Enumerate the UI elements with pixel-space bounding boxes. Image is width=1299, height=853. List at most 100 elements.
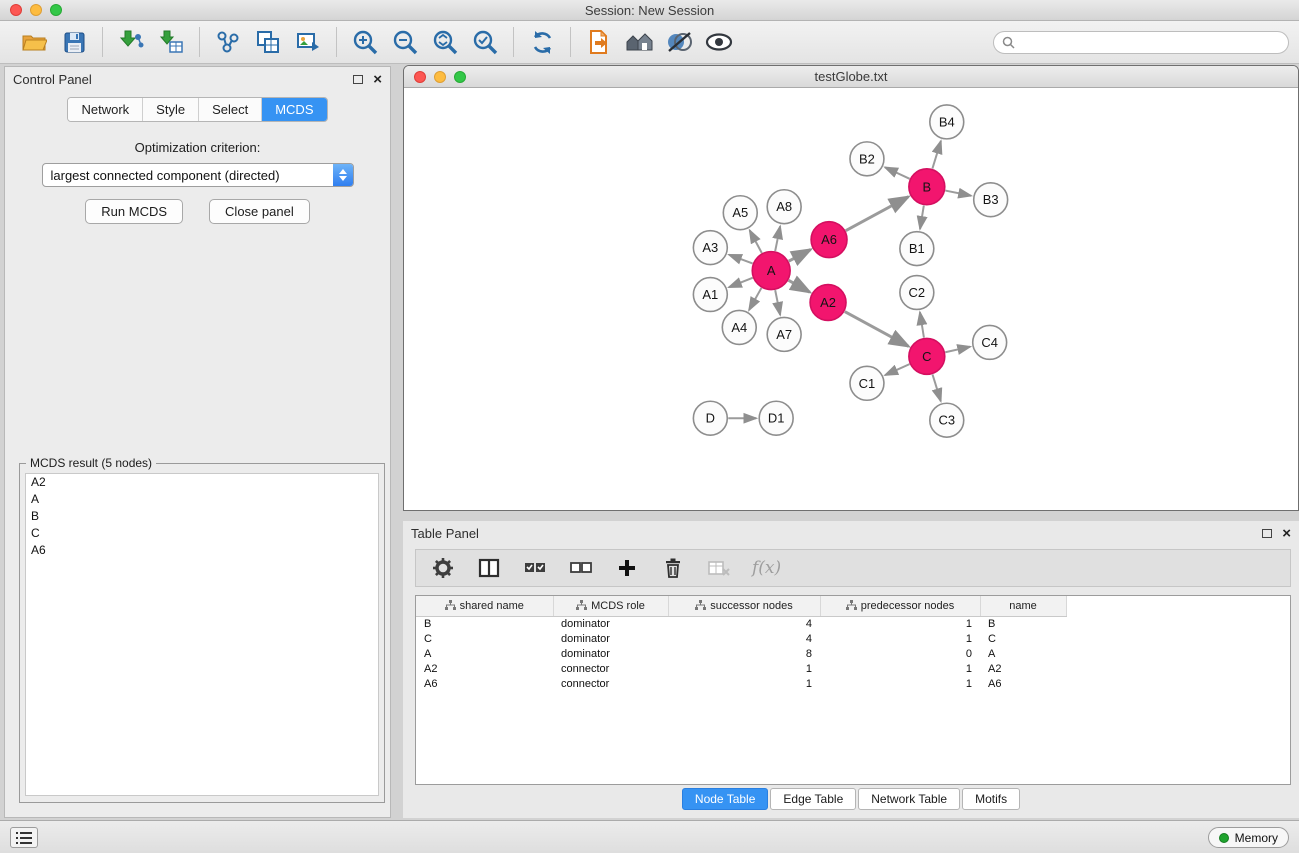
column-header-mcds-role[interactable]: MCDS role <box>553 596 668 616</box>
table-cell[interactable]: A6 <box>416 676 553 691</box>
graph-edge-A-A4[interactable] <box>749 288 761 310</box>
column-header-name[interactable]: name <box>980 596 1066 616</box>
float-table-panel-icon[interactable] <box>1262 529 1272 538</box>
clone-network-button[interactable] <box>251 25 285 59</box>
graph-edge-C-C1[interactable] <box>885 364 909 375</box>
apply-layout-button[interactable] <box>525 25 559 59</box>
tab-style[interactable]: Style <box>143 98 199 121</box>
close-window-button[interactable] <box>10 4 22 16</box>
import-table-button[interactable] <box>154 25 188 59</box>
zoom-fit-button[interactable] <box>428 25 462 59</box>
table-cell[interactable]: 4 <box>668 616 820 631</box>
task-history-button[interactable] <box>10 827 38 848</box>
graph-node-B1[interactable]: B1 <box>900 232 934 266</box>
table-row[interactable]: Bdominator41B <box>416 616 1066 631</box>
mcds-result-item[interactable]: A6 <box>26 542 378 559</box>
table-row[interactable]: A2connector11A2 <box>416 661 1066 676</box>
tab-mcds[interactable]: MCDS <box>262 98 326 121</box>
graph-edge-B-B3[interactable] <box>945 191 971 196</box>
table-cell[interactable]: 1 <box>668 676 820 691</box>
graph-node-A8[interactable]: A8 <box>767 190 801 224</box>
delete-table-button[interactable] <box>706 555 732 581</box>
tab-network-table[interactable]: Network Table <box>858 788 960 810</box>
graph-node-C3[interactable]: C3 <box>930 403 964 437</box>
table-cell[interactable]: A2 <box>416 661 553 676</box>
search-input[interactable] <box>1020 36 1280 50</box>
run-mcds-button[interactable]: Run MCDS <box>85 199 183 224</box>
tab-select[interactable]: Select <box>199 98 262 121</box>
table-row[interactable]: A6connector11A6 <box>416 676 1066 691</box>
close-panel-button[interactable]: Close panel <box>209 199 310 224</box>
filter-button[interactable] <box>662 25 696 59</box>
function-builder-button[interactable]: f(x) <box>752 558 781 578</box>
tab-network[interactable]: Network <box>68 98 143 121</box>
table-cell[interactable]: 1 <box>820 631 980 646</box>
network-close-button[interactable] <box>414 71 426 83</box>
table-cell[interactable]: C <box>980 631 1066 646</box>
table-cell[interactable]: 1 <box>820 676 980 691</box>
mcds-result-item[interactable]: A <box>26 491 378 508</box>
graph-node-B2[interactable]: B2 <box>850 142 884 176</box>
graph-edge-A-A8[interactable] <box>775 226 780 251</box>
search-box[interactable] <box>993 31 1289 54</box>
column-header-predecessor-nodes[interactable]: predecessor nodes <box>820 596 980 616</box>
table-cell[interactable]: connector <box>553 676 668 691</box>
select-all-button[interactable] <box>522 555 548 581</box>
graph-node-A7[interactable]: A7 <box>767 317 801 351</box>
network-zoom-button[interactable] <box>454 71 466 83</box>
graph-edge-A-A2[interactable] <box>789 280 810 292</box>
table-cell[interactable]: A2 <box>980 661 1066 676</box>
graph-node-D[interactable]: D <box>693 401 727 435</box>
graph-edge-C-C4[interactable] <box>945 347 970 353</box>
delete-column-button[interactable] <box>660 555 686 581</box>
home-button[interactable] <box>622 25 656 59</box>
mcds-result-item[interactable]: B <box>26 508 378 525</box>
graph-node-C4[interactable]: C4 <box>973 325 1007 359</box>
open-session-button[interactable] <box>17 25 51 59</box>
graph-node-A[interactable]: A <box>752 252 790 290</box>
graph-node-B[interactable]: B <box>909 169 945 205</box>
graph-edge-A-A7[interactable] <box>775 290 780 315</box>
graph-node-A4[interactable]: A4 <box>722 310 756 344</box>
close-table-panel-icon[interactable]: × <box>1282 526 1291 541</box>
table-cell[interactable]: connector <box>553 661 668 676</box>
graph-node-C1[interactable]: C1 <box>850 366 884 400</box>
table-cell[interactable]: 8 <box>668 646 820 661</box>
dropdown-stepper-icon[interactable] <box>333 164 353 186</box>
table-cell[interactable]: B <box>980 616 1066 631</box>
show-details-button[interactable] <box>702 25 736 59</box>
table-cell[interactable]: 1 <box>820 661 980 676</box>
column-header-successor-nodes[interactable]: successor nodes <box>668 596 820 616</box>
tab-motifs[interactable]: Motifs <box>962 788 1020 810</box>
network-canvas[interactable]: AA1A2A3A4A5A6A7A8BB1B2B3B4CC1C2C3C4DD1 <box>404 88 1298 510</box>
graph-edge-A2-C[interactable] <box>845 312 909 347</box>
table-cell[interactable]: B <box>416 616 553 631</box>
table-cell[interactable]: dominator <box>553 631 668 646</box>
graph-edge-B-B4[interactable] <box>932 141 940 169</box>
table-cell[interactable]: 1 <box>820 616 980 631</box>
table-settings-button[interactable] <box>430 555 456 581</box>
table-cell[interactable]: A <box>980 646 1066 661</box>
table-cell[interactable]: A <box>416 646 553 661</box>
table-cell[interactable]: 1 <box>668 661 820 676</box>
graph-edge-A-A3[interactable] <box>729 255 753 264</box>
graph-node-C[interactable]: C <box>909 338 945 374</box>
graph-node-A6[interactable]: A6 <box>811 222 847 258</box>
graph-edge-A-A5[interactable] <box>750 230 762 253</box>
zoom-in-button[interactable] <box>348 25 382 59</box>
node-table[interactable]: shared name MCDS role successor nodes pr… <box>415 595 1291 785</box>
graph-node-A3[interactable]: A3 <box>693 231 727 265</box>
network-minimize-button[interactable] <box>434 71 446 83</box>
table-cell[interactable]: 4 <box>668 631 820 646</box>
graph-node-B4[interactable]: B4 <box>930 105 964 139</box>
table-cell[interactable]: C <box>416 631 553 646</box>
minimize-window-button[interactable] <box>30 4 42 16</box>
mcds-result-item[interactable]: A2 <box>26 474 378 491</box>
table-cell[interactable]: 0 <box>820 646 980 661</box>
import-network-button[interactable] <box>114 25 148 59</box>
show-columns-button[interactable] <box>476 555 502 581</box>
network-window-titlebar[interactable]: testGlobe.txt <box>404 66 1298 88</box>
graph-node-C2[interactable]: C2 <box>900 276 934 310</box>
graph-edge-B-B1[interactable] <box>920 206 924 229</box>
new-network-button[interactable] <box>211 25 245 59</box>
